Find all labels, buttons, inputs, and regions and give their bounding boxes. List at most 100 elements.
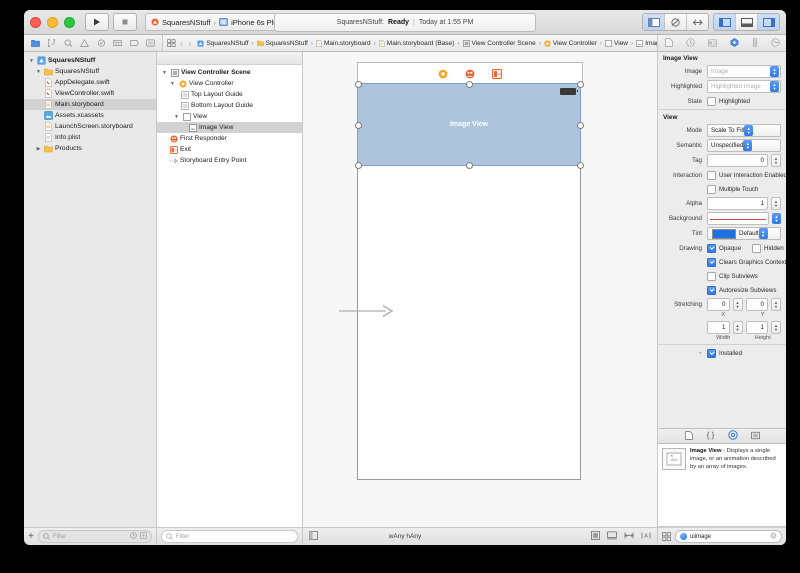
installed-row[interactable]: + Installed xyxy=(658,346,786,360)
tag-stepper[interactable]: ▲ ▼ xyxy=(771,154,781,167)
inspector-tab-bar[interactable] xyxy=(657,35,786,51)
symbol-navigator-icon[interactable] xyxy=(64,39,73,47)
clear-icon[interactable] xyxy=(770,532,777,541)
breadcrumb-item-4[interactable]: View Controller Scene xyxy=(472,40,536,47)
alpha-stepper[interactable]: ▲ ▼ xyxy=(771,197,781,210)
close-button[interactable] xyxy=(30,16,41,28)
test-navigator-icon[interactable] xyxy=(97,39,106,47)
tag-row[interactable]: Tag 0 ▲ ▼ xyxy=(658,153,786,168)
outline-row-top-guide[interactable]: Top Layout Guide xyxy=(157,89,302,100)
outline-row-first-responder[interactable]: First Responder xyxy=(157,133,302,144)
outline-tree[interactable]: ▼ View Controller Scene ▼ View Controlle… xyxy=(157,65,302,527)
clip-subviews-row[interactable]: Clip Subviews xyxy=(658,269,786,283)
toggle-navigator-button[interactable] xyxy=(714,14,736,30)
tree-row-file[interactable]: ViewController.swift xyxy=(24,88,156,99)
chevron-updown-icon[interactable]: ▲ ▼ xyxy=(758,228,768,239)
toggle-utilities-button[interactable] xyxy=(758,14,779,30)
identity-inspector-icon[interactable] xyxy=(707,34,717,52)
tree-row-file[interactable]: AppDelegate.swift xyxy=(24,77,156,88)
resize-handle-middle-left[interactable] xyxy=(355,122,362,129)
stretch-height-input[interactable]: 1 xyxy=(745,321,768,334)
image-row[interactable]: Image Image ▲ ▼ xyxy=(658,64,786,79)
user-interaction-checkbox[interactable] xyxy=(707,170,716,180)
run-button[interactable] xyxy=(85,13,109,31)
installed-checkbox[interactable] xyxy=(707,348,716,358)
clip-subviews-checkbox[interactable] xyxy=(707,271,716,281)
add-file-button[interactable]: + xyxy=(28,531,34,542)
jump-bar[interactable]: ‹ › SquaresNStuff › SquaresNStuff › Main… xyxy=(163,35,657,51)
breadcrumb-item-1[interactable]: SquaresNStuff xyxy=(266,40,308,47)
installed-add-button[interactable]: + xyxy=(658,350,704,357)
navigator-tab-bar[interactable] xyxy=(24,35,163,51)
file-template-library-icon[interactable] xyxy=(684,427,693,445)
resize-handle-bottom-left[interactable] xyxy=(355,162,362,169)
attributes-inspector-content[interactable]: Image View Image Image ▲ ▼ Highlighted Hi… xyxy=(658,52,786,428)
disclosure-triangle-icon[interactable]: ▼ xyxy=(161,70,168,76)
drawing-row[interactable]: Drawing Opaque Hidden xyxy=(658,241,786,255)
tree-row-assets[interactable]: Assets.xcassets xyxy=(24,110,156,121)
multiple-touch-row[interactable]: Multiple Touch xyxy=(658,182,786,196)
tree-row-plist[interactable]: Info.plist xyxy=(24,132,156,143)
resize-handle-bottom-center[interactable] xyxy=(466,162,473,169)
minimize-button[interactable] xyxy=(47,16,58,28)
tree-row-main-storyboard[interactable]: Main.storyboard xyxy=(24,99,156,110)
breadcrumb-item-7[interactable]: Image View xyxy=(645,40,657,47)
size-class-button[interactable]: wAny hAny xyxy=(389,533,422,540)
stretch-width-input[interactable]: 1 xyxy=(707,321,730,334)
outline-row-view-controller[interactable]: ▼ View Controller xyxy=(157,78,302,89)
stretching-size-row[interactable]: 1 ▲ ▼ 1 ▲ ▼ xyxy=(658,320,786,335)
highlighted-combo[interactable]: Highlighted Image ▲ ▼ xyxy=(707,80,781,93)
zoom-icon[interactable] xyxy=(591,531,600,542)
media-library-icon[interactable] xyxy=(750,427,760,445)
disclosure-triangle-icon[interactable]: ▶ xyxy=(35,146,42,152)
device-preview-icon[interactable] xyxy=(607,531,617,542)
semantic-row[interactable]: Semantic Unspecified ▲ ▼ xyxy=(658,138,786,153)
breadcrumb-item-2[interactable]: Main.storyboard xyxy=(324,40,371,47)
view-controller-canvas[interactable]: Image View xyxy=(355,81,584,480)
quick-help-icon[interactable] xyxy=(685,34,695,52)
code-snippet-library-icon[interactable] xyxy=(706,427,715,445)
disclosure-triangle-icon[interactable]: ▼ xyxy=(169,81,176,87)
image-view-element[interactable]: Image View xyxy=(358,84,580,165)
debug-navigator-icon[interactable] xyxy=(113,39,123,47)
tint-popup[interactable]: Default ▲ ▼ xyxy=(707,227,781,240)
tree-row-group[interactable]: ▼ SquaresNStuff xyxy=(24,66,156,77)
recent-filter-icon[interactable] xyxy=(130,532,137,541)
stretch-x-input[interactable]: 0 xyxy=(707,298,730,311)
stretch-y-stepper[interactable]: ▲ ▼ xyxy=(771,298,781,311)
forward-button[interactable]: › xyxy=(189,39,192,48)
assistant-editor-button[interactable] xyxy=(665,14,687,30)
opaque-checkbox[interactable] xyxy=(707,243,716,253)
resize-handle-bottom-right[interactable] xyxy=(577,162,584,169)
resize-handle-top-right[interactable] xyxy=(577,81,584,88)
image-combo[interactable]: Image ▲ ▼ xyxy=(707,65,781,78)
version-editor-button[interactable] xyxy=(687,14,708,30)
background-color-well[interactable] xyxy=(707,212,769,225)
semantic-popup[interactable]: Unspecified ▲ ▼ xyxy=(707,139,781,152)
toggle-debug-area-button[interactable] xyxy=(736,14,758,30)
stretching-row[interactable]: Stretching 0 ▲ ▼ 0 ▲ ▼ xyxy=(658,297,786,312)
highlighted-row[interactable]: Highlighted Highlighted Image ▲ ▼ xyxy=(658,79,786,94)
chevron-updown-icon[interactable]: ▲ ▼ xyxy=(770,81,779,92)
outline-row-entry-point[interactable]: Storyboard Entry Point xyxy=(157,155,302,166)
scheme-selector[interactable]: SquaresNStuff › iPhone 6s Plus xyxy=(145,13,288,31)
autoresize-subviews-checkbox[interactable] xyxy=(707,285,716,295)
background-row[interactable]: Background ▲ ▼ xyxy=(658,211,786,226)
outline-row-exit[interactable]: Exit xyxy=(157,144,302,155)
standard-editor-button[interactable] xyxy=(643,14,665,30)
library-item-image-view[interactable]: Image View - Displays a single image, or… xyxy=(662,448,782,471)
breadcrumb-item-0[interactable]: SquaresNStuff xyxy=(206,40,248,47)
interaction-row[interactable]: Interaction User Interaction Enabled xyxy=(658,168,786,182)
resize-handle-top-left[interactable] xyxy=(355,81,362,88)
library-mode-icon[interactable] xyxy=(662,528,671,546)
related-items-icon[interactable] xyxy=(167,35,176,51)
source-control-filter-icon[interactable] xyxy=(140,532,147,541)
maximize-button[interactable] xyxy=(64,16,75,28)
alpha-row[interactable]: Alpha 1 ▲ ▼ xyxy=(658,196,786,211)
storyboard-canvas[interactable]: Image View xyxy=(303,52,657,527)
resize-handle-top-center[interactable] xyxy=(466,81,473,88)
tag-input[interactable]: 0 xyxy=(707,154,768,167)
object-library-list[interactable]: Image View - Displays a single image, or… xyxy=(658,444,786,527)
report-navigator-icon[interactable] xyxy=(146,39,156,47)
chevron-updown-icon[interactable]: ▲ ▼ xyxy=(770,66,779,77)
